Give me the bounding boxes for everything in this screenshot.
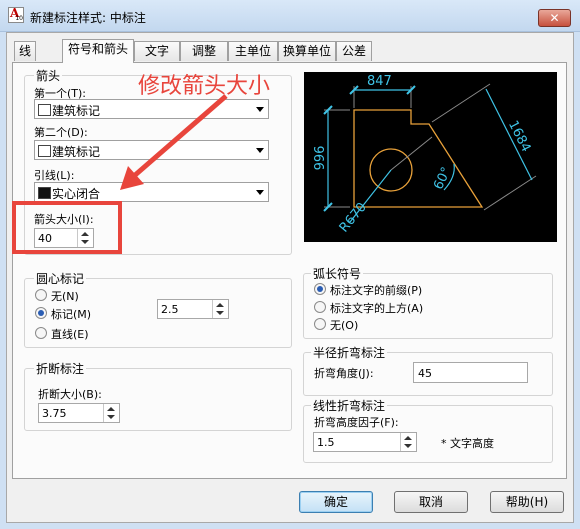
- linear-jog-group-label: 线性折弯标注: [311, 397, 388, 414]
- first-arrow-value: 建筑标记: [52, 104, 101, 118]
- tab-alternate-units[interactable]: 换算单位: [278, 41, 336, 61]
- dim-text-angle: 60°: [431, 165, 454, 192]
- leader-arrow-value: 实心闭合: [52, 187, 101, 201]
- arc-symbol-above-radio[interactable]: [314, 301, 326, 313]
- arc-symbol-none-label[interactable]: 无(O): [330, 317, 358, 333]
- jog-height-factor-label: 折弯高度因子(F):: [314, 416, 399, 429]
- center-mark-mark-radio[interactable]: [35, 307, 47, 319]
- architectural-tick-icon: [38, 104, 51, 116]
- jog-angle-input[interactable]: 45: [413, 362, 528, 383]
- second-arrow-label: 第二个(D):: [34, 126, 88, 139]
- center-mark-none-label[interactable]: 无(N): [51, 288, 79, 304]
- chevron-down-icon: [256, 148, 264, 153]
- break-size-value: 3.75: [42, 407, 67, 420]
- chevron-down-icon: [256, 190, 264, 195]
- ok-button[interactable]: 确定: [299, 491, 373, 513]
- spin-buttons[interactable]: [400, 433, 416, 451]
- center-mark-none-radio[interactable]: [35, 289, 47, 301]
- chevron-down-icon: [256, 107, 264, 112]
- spin-up-icon[interactable]: [216, 303, 224, 307]
- dim-text-right: 1684: [505, 118, 533, 154]
- tab-lines[interactable]: 线: [14, 41, 36, 61]
- autocad-app-icon: A 10: [8, 6, 24, 23]
- break-size-stepper[interactable]: 3.75: [38, 403, 120, 423]
- center-mark-mark-label[interactable]: 标记(M): [51, 306, 91, 322]
- tab-symbols-arrows[interactable]: 符号和箭头: [62, 39, 134, 63]
- help-button[interactable]: 帮助(H): [490, 491, 564, 513]
- style-preview: 847 996 1684 60° R670: [304, 72, 557, 242]
- extension-line: [431, 83, 491, 123]
- text-height-suffix: * 文字高度: [441, 437, 494, 450]
- radius-jog-group-label: 半径折弯标注: [311, 344, 388, 361]
- tab-text[interactable]: 文字: [134, 41, 180, 61]
- center-mark-size-value: 2.5: [161, 303, 179, 316]
- tab-primary-units[interactable]: 主单位: [228, 41, 278, 61]
- first-arrow-select[interactable]: 建筑标记: [34, 99, 269, 119]
- jog-height-factor-stepper[interactable]: 1.5: [313, 432, 417, 452]
- jog-height-factor-value: 1.5: [317, 436, 335, 449]
- app-icon-number: 10: [15, 15, 23, 22]
- spin-buttons[interactable]: [212, 300, 228, 318]
- cancel-button[interactable]: 取消: [394, 491, 468, 513]
- window-title: 新建标注样式: 中标注: [30, 11, 146, 25]
- jog-angle-value: 45: [418, 367, 432, 380]
- arc-symbol-prefix-label[interactable]: 标注文字的前缀(P): [330, 282, 422, 298]
- architectural-tick-icon: [38, 145, 51, 157]
- dim-text-top: 847: [367, 74, 392, 89]
- dim-break-group-label: 折断标注: [34, 360, 87, 377]
- extension-line: [483, 175, 537, 211]
- preview-drawing: 847 996 1684 60° R670: [313, 74, 537, 236]
- center-mark-line-radio[interactable]: [35, 327, 47, 339]
- tab-tolerances[interactable]: 公差: [336, 41, 372, 61]
- second-arrow-select[interactable]: 建筑标记: [34, 140, 269, 160]
- spin-up-icon[interactable]: [404, 436, 412, 440]
- annotation-highlight-box: [12, 201, 122, 254]
- arrowheads-group-label: 箭头: [34, 67, 63, 84]
- arc-symbol-none-radio[interactable]: [314, 318, 326, 330]
- spin-up-icon[interactable]: [107, 407, 115, 411]
- spin-buttons[interactable]: [103, 404, 119, 422]
- closed-filled-arrow-icon: [38, 187, 51, 199]
- arc-symbol-above-label[interactable]: 标注文字的上方(A): [330, 300, 423, 316]
- leader-arrow-label: 引线(L):: [34, 169, 75, 182]
- center-mark-size-stepper[interactable]: 2.5: [157, 299, 229, 319]
- second-arrow-value: 建筑标记: [52, 145, 101, 159]
- center-marks-group-label: 圆心标记: [34, 270, 87, 287]
- tab-fit[interactable]: 调整: [180, 41, 228, 61]
- leader-arrow-select[interactable]: 实心闭合: [34, 182, 269, 202]
- spin-down-icon[interactable]: [404, 444, 412, 448]
- spin-down-icon[interactable]: [107, 415, 115, 419]
- dim-text-radius: R670: [337, 200, 370, 236]
- close-button[interactable]: ✕: [538, 9, 571, 27]
- spin-down-icon[interactable]: [216, 311, 224, 315]
- center-mark-line-label[interactable]: 直线(E): [51, 326, 89, 342]
- arc-length-symbol-group-label: 弧长符号: [311, 265, 364, 282]
- jog-angle-label: 折弯角度(J):: [314, 367, 374, 380]
- break-size-label: 折断大小(B):: [38, 388, 102, 401]
- annotation-text: 修改箭头大小: [138, 74, 271, 99]
- dim-text-left: 996: [313, 146, 328, 171]
- arc-symbol-prefix-radio[interactable]: [314, 283, 326, 295]
